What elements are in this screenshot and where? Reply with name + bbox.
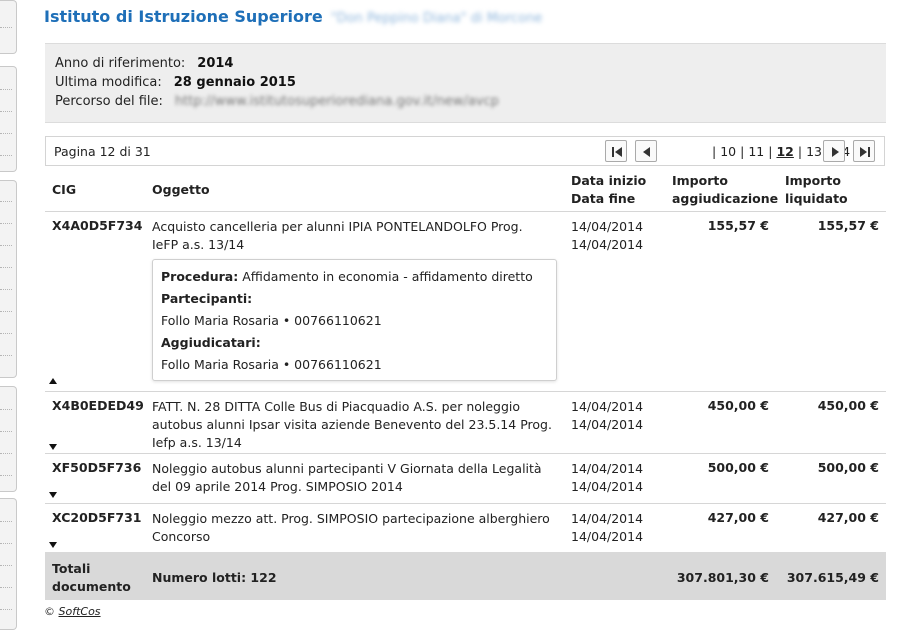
row-dates: 14/04/2014 14/04/2014 [571,461,644,494]
numero-lotti: Numero lotti: 122 [152,570,277,585]
next-page-icon [832,147,839,157]
procedura-value: Affidamento in economia - affidamento di… [242,269,533,284]
first-page-button[interactable] [605,140,627,162]
col-data[interactable]: Data inizio Data fine [571,172,646,208]
totals-row: Totali documento Numero lotti: 122 307.80… [45,552,886,600]
row-dates: 14/04/2014 14/04/2014 [571,219,644,252]
prev-page-button[interactable] [635,140,657,162]
oggetto-text: Noleggio autobus alunni partecipanti V G… [152,461,542,494]
col-oggetto[interactable]: Oggetto [152,181,210,199]
copyright-symbol: © [44,605,55,618]
last-page-button[interactable] [853,140,875,162]
percorso-row: Percorso del file: http://www.istitutosup… [55,94,499,109]
page-link[interactable]: 13 [806,144,822,159]
importo-liquidato: 155,57 € [817,218,879,233]
table-row[interactable]: XC20D5F731 Noleggio mezzo att. Prog. SIM… [45,503,886,553]
totals-label: Totali documento [52,561,131,594]
procedura-label: Procedura: [161,269,239,284]
cig-code: X4B0EDED49 [52,398,144,413]
document-info-panel: Anno di riferimento: 2014 Ultima modifica… [45,43,886,123]
importo-liquidato: 427,00 € [817,510,879,525]
modifica-row: Ultima modifica: 28 gennaio 2015 [55,75,296,90]
row-detail-panel: Procedura: Affidamento in economia - aff… [152,259,557,381]
totale-liquidato: 307.615,49 € [786,570,879,585]
oggetto-text: Noleggio mezzo att. Prog. SIMPOSIO parte… [152,511,550,544]
footer: © SoftCos [44,605,101,618]
col-cig[interactable]: CIG [52,181,76,199]
importo-aggiudicazione: 427,00 € [707,510,769,525]
side-tab[interactable] [0,180,17,378]
page-title-text: Istituto di Istruzione Superiore [44,7,323,26]
col-liquidato[interactable]: Importo liquidato [785,172,848,208]
side-tab[interactable] [0,386,17,492]
oggetto-text: FATT. N. 28 DITTA Colle Bus di Piacquadi… [152,399,552,450]
side-tab[interactable] [0,498,17,630]
importo-liquidato: 450,00 € [817,398,879,413]
pagination-bar: Pagina 12 di 31 |10|11|12|13|14| [45,136,885,166]
aggiudicatari-label: Aggiudicatari: [161,335,261,350]
cig-code: XF50D5F736 [52,460,142,475]
first-page-icon [612,147,622,157]
row-dates: 14/04/2014 14/04/2014 [571,399,644,432]
anno-value: 2014 [197,56,234,71]
aggiudicatari-value: Follo Maria Rosaria • 00766110621 [161,357,382,372]
importo-aggiudicazione: 450,00 € [707,398,769,413]
page-indicator: Pagina 12 di 31 [54,144,151,159]
modifica-value: 28 gennaio 2015 [173,75,296,90]
percorso-label: Percorso del file: [55,94,163,109]
side-tab[interactable] [0,0,17,54]
table-row[interactable]: X4B0EDED49 FATT. N. 28 DITTA Colle Bus d… [45,391,886,454]
page-title: Istituto di Istruzione Superiore "Don Pep… [44,7,542,26]
page-link[interactable]: 10 [720,144,736,159]
next-page-button[interactable] [823,140,845,162]
percorso-link[interactable]: http://www.istitutosuperiorediana.gov.it… [175,94,499,109]
page-link[interactable]: 11 [748,144,764,159]
current-page[interactable]: 12 [776,144,793,159]
table-row[interactable]: X4A0D5F734 Acquisto cancelleria per alun… [45,211,886,392]
anno-row: Anno di riferimento: 2014 [55,56,233,71]
side-tab[interactable] [0,66,17,172]
importo-aggiudicazione: 155,57 € [707,218,769,233]
cig-code: XC20D5F731 [52,510,142,525]
last-page-icon [860,147,870,157]
softcos-link[interactable]: SoftCos [59,605,101,618]
col-aggiudicazione[interactable]: Importo aggiudicazione [672,172,778,208]
collapse-arrow-icon[interactable] [49,378,57,384]
page-title-suffix: "Don Peppino Diana" di Morcone [330,11,543,26]
expand-arrow-icon[interactable] [49,542,57,548]
totale-aggiudicazione: 307.801,30 € [676,570,769,585]
oggetto-text: Acquisto cancelleria per alunni IPIA PON… [152,219,523,252]
cig-code: X4A0D5F734 [52,218,143,233]
importo-aggiudicazione: 500,00 € [707,460,769,475]
expand-arrow-icon[interactable] [49,444,57,450]
left-tab-strip [0,0,18,630]
modifica-label: Ultima modifica: [55,75,162,90]
partecipanti-label: Partecipanti: [161,291,253,306]
partecipanti-value: Follo Maria Rosaria • 00766110621 [161,313,382,328]
row-dates: 14/04/2014 14/04/2014 [571,511,644,544]
anno-label: Anno di riferimento: [55,56,186,71]
importo-liquidato: 500,00 € [817,460,879,475]
table-header: CIG Oggetto Data inizio Data fine Importo… [45,172,886,212]
expand-arrow-icon[interactable] [49,492,57,498]
prev-page-icon [643,147,650,157]
table-row[interactable]: XF50D5F736 Noleggio autobus alunni parte… [45,453,886,504]
